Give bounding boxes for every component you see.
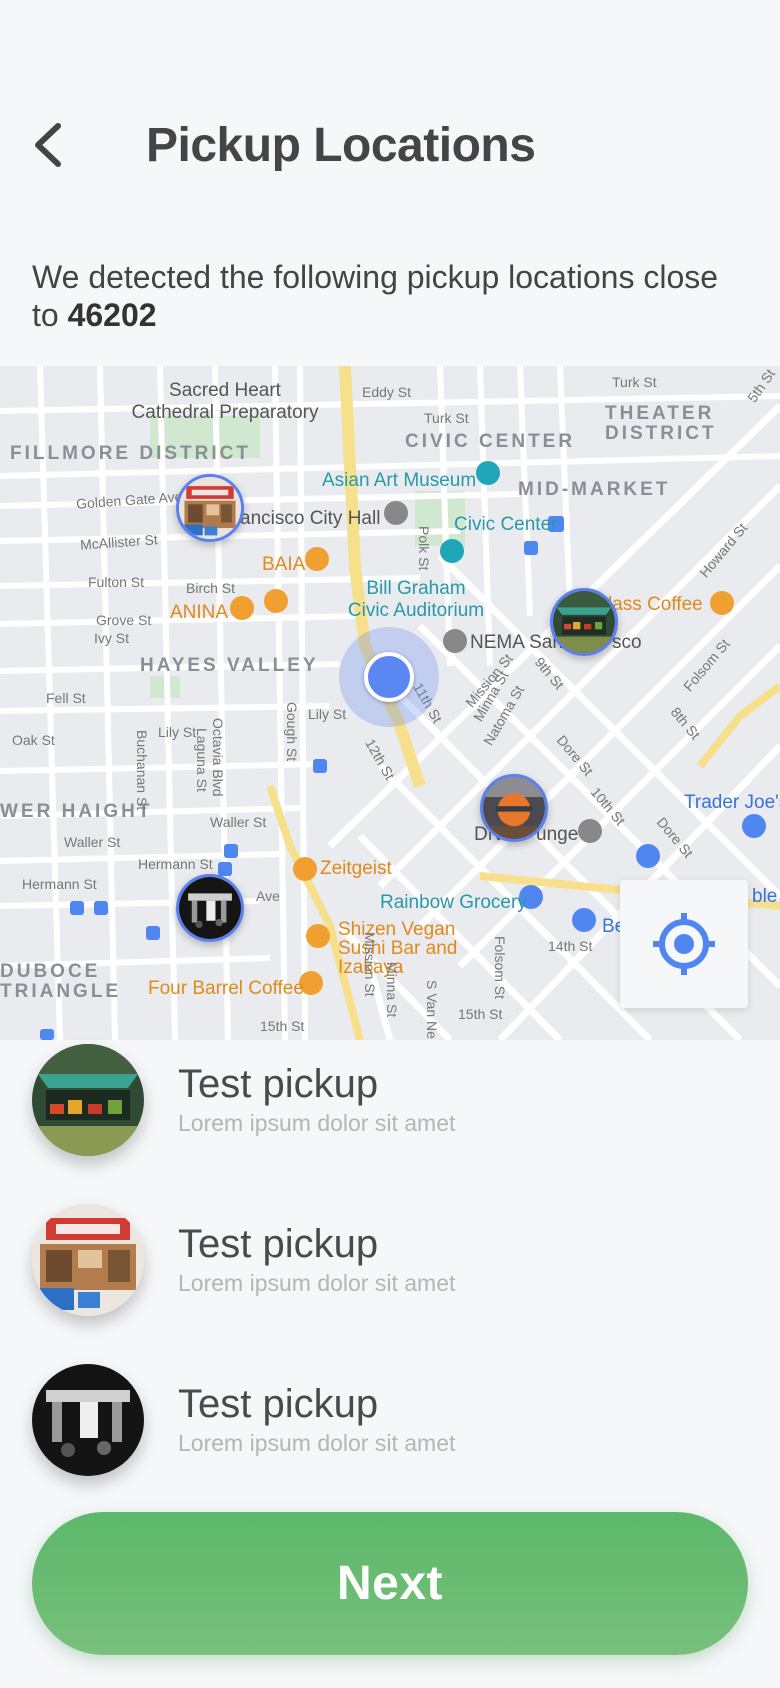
district-label: FILLMORE DISTRICT — [10, 443, 251, 464]
street-label: Waller St — [210, 814, 267, 830]
street-label: Fulton St — [88, 574, 145, 590]
street-label: Gough St — [284, 702, 300, 762]
map-view[interactable]: FILLMORE DISTRICT CIVIC CENTER THEATER D… — [0, 366, 780, 1040]
map-pin-orange-stall[interactable] — [480, 774, 548, 842]
coca-cola-kiosk-image — [179, 477, 241, 539]
street-label: Lily St — [308, 706, 347, 722]
place-label: ancisco City Hall — [240, 508, 381, 529]
street-label: 15th St — [260, 1018, 305, 1034]
map-pin-night-market[interactable] — [176, 874, 244, 942]
street-label: Ave — [256, 888, 280, 904]
place-label: sco — [612, 632, 642, 653]
street-label: Birch St — [186, 580, 236, 596]
next-button[interactable]: Next — [32, 1512, 748, 1655]
list-item-title: Test pickup — [178, 1382, 379, 1426]
place-label: ble — [752, 886, 778, 907]
chevron-left-icon — [35, 123, 61, 167]
place-label: Trader Joe's — [684, 792, 780, 813]
street-label: Grove St — [96, 612, 152, 628]
list-item-subtitle: Lorem ipsum dolor sit amet — [178, 1270, 456, 1296]
zip-code: 46202 — [67, 297, 157, 333]
street-label: Buchanan St — [134, 730, 150, 811]
district-label: CIVIC CENTER — [405, 431, 576, 452]
street-label: Waller St — [64, 834, 121, 850]
current-location-dot — [364, 652, 414, 702]
locate-me-button[interactable] — [620, 880, 748, 1008]
place-label: ANINA — [170, 602, 229, 623]
night-market-image — [179, 877, 241, 939]
street-label: Ivy St — [94, 630, 130, 646]
district-label: HAYES VALLEY — [140, 655, 319, 676]
coca-cola-kiosk-image — [32, 1204, 144, 1316]
street-label: Minna St — [384, 962, 400, 1018]
list-item[interactable]: Test pickup Lorem ipsum dolor sit amet — [32, 1360, 748, 1480]
street-label: Octavia Blvd — [210, 718, 226, 797]
street-label: Hermann St — [138, 856, 213, 872]
district-label: WER HAIGHT — [0, 801, 153, 822]
fruit-stand-image — [553, 591, 615, 653]
street-label: Polk St — [416, 526, 432, 571]
header: Pickup Locations — [32, 100, 536, 190]
street-label: Fell St — [46, 690, 86, 706]
place-label: Bill Graham Civic Auditorium — [347, 578, 485, 621]
street-label: S Van Ne — [424, 980, 440, 1039]
place-label: Zeitgeist — [320, 858, 392, 879]
list-item-title: Test pickup — [178, 1222, 379, 1266]
street-label: Oak St — [12, 732, 55, 748]
district-label: THEATER DISTRICT — [605, 403, 717, 444]
place-label: lass Coffee — [608, 594, 703, 615]
list-item-subtitle: Lorem ipsum dolor sit amet — [178, 1430, 456, 1456]
fruit-stand-photo — [32, 1044, 144, 1156]
street-label: 15th St — [458, 1006, 503, 1022]
night-market-photo — [32, 1364, 144, 1476]
fruit-stand-image — [32, 1044, 144, 1156]
back-button[interactable] — [32, 115, 84, 175]
list-item-subtitle: Lorem ipsum dolor sit amet — [178, 1110, 456, 1136]
place-label: Four Barrel Coffee — [148, 978, 304, 999]
street-label: Eddy St — [362, 384, 412, 400]
place-label: Civic Center — [454, 514, 558, 535]
place-label: BAIA — [262, 554, 306, 575]
map-pin-coca-cola-kiosk[interactable] — [176, 474, 244, 542]
place-label: NEMA San — [470, 632, 563, 653]
page-title: Pickup Locations — [146, 118, 536, 172]
street-label: Hermann St — [22, 876, 97, 892]
street-label: Turk St — [424, 410, 469, 426]
street-label: 14th St — [548, 938, 593, 954]
street-label: Lily St — [158, 724, 197, 740]
list-item[interactable]: Test pickup Lorem ipsum dolor sit amet — [32, 1040, 748, 1160]
list-item-text: Test pickup Lorem ipsum dolor sit amet — [178, 1382, 455, 1458]
map-pin-fruit-stand[interactable] — [550, 588, 618, 656]
street-label: Folsom St — [492, 936, 508, 1000]
place-label: unge — [536, 824, 579, 845]
district-label: DUBOCE TRIANGLE — [0, 961, 122, 1002]
next-button-label: Next — [336, 1557, 444, 1610]
intro-text: We detected the following pickup locatio… — [32, 258, 752, 334]
place-label: Sacred Heart Cathedral Preparatory — [131, 380, 319, 423]
list-item-title: Test pickup — [178, 1062, 379, 1106]
street-label: Turk St — [612, 374, 657, 390]
orange-stall-image — [483, 777, 545, 839]
street-label: Laguna St — [194, 728, 210, 792]
place-label: Asian Art Museum — [322, 470, 477, 491]
district-label: MID-MARKET — [518, 479, 671, 500]
list-item-text: Test pickup Lorem ipsum dolor sit amet — [178, 1222, 455, 1298]
list-item[interactable]: Test pickup Lorem ipsum dolor sit amet — [32, 1200, 748, 1320]
place-label: Rainbow Grocery — [380, 892, 527, 913]
street-label: Mission St — [362, 932, 378, 997]
coca-cola-kiosk-photo — [32, 1204, 144, 1316]
crosshair-target-icon — [653, 913, 715, 975]
night-market-image — [32, 1364, 144, 1476]
list-item-text: Test pickup Lorem ipsum dolor sit amet — [178, 1062, 455, 1138]
